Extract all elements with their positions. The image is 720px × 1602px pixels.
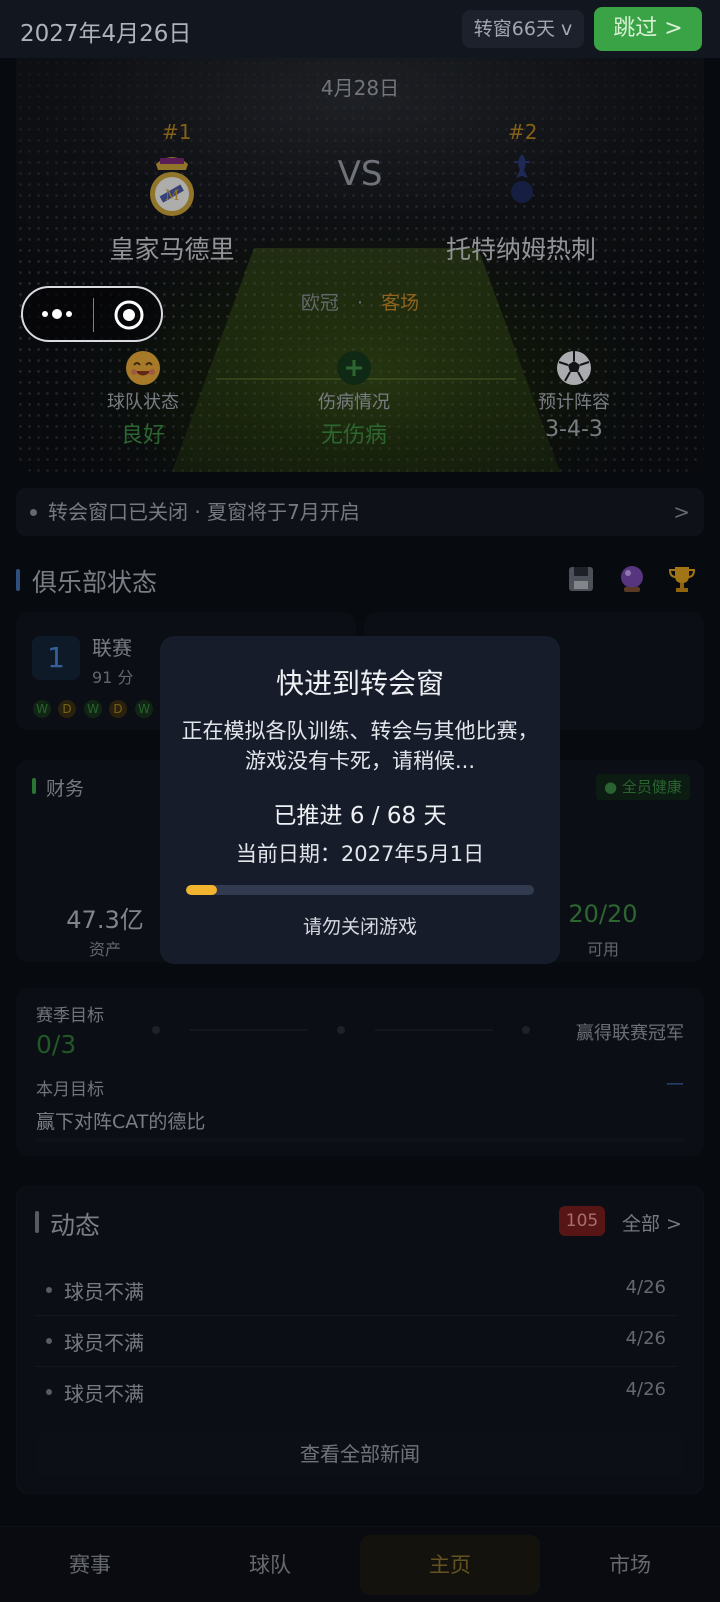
competition-name: 欧冠 — [300, 292, 339, 314]
app-screen: 2027年4月26日 转窗66天 v 跳过 > 4月28日 #1 #2 VS M… — [0, 0, 720, 1602]
club-status-title: 俱乐部状态 — [32, 568, 158, 597]
month-goal-label: 本月目标 — [36, 1080, 104, 1100]
close-target-icon[interactable] — [113, 299, 145, 331]
available-label: 可用 — [586, 940, 619, 959]
transfer-window-pill[interactable]: 转窗66天 v — [462, 10, 584, 48]
form-result: D — [58, 700, 76, 718]
season-goal-value: 0/3 — [36, 1030, 77, 1059]
modal-current-date: 当前日期：2027年5月1日 — [235, 842, 485, 866]
more-dots-icon[interactable] — [39, 306, 75, 322]
injury-value: 无伤病 — [320, 423, 387, 448]
news-bullet — [46, 1338, 52, 1344]
form-result: D — [109, 700, 127, 718]
svg-text:M: M — [165, 188, 179, 204]
trophy-icon[interactable] — [667, 564, 697, 594]
tab-home[interactable]: 主页 — [360, 1527, 540, 1602]
form-result: W — [135, 700, 153, 718]
top-bar: 2027年4月26日 转窗66天 v 跳过 > — [0, 0, 720, 58]
month-goal-progress — [36, 1138, 684, 1142]
tottenham-crest-icon — [511, 154, 533, 203]
health-badge: ● 全员健康 — [596, 774, 690, 800]
home-rank: #1 — [162, 120, 192, 144]
injury-label: 伤病情况 — [318, 392, 390, 413]
team-state-value: 良好 — [120, 423, 165, 448]
league-rank-box: 1 — [32, 636, 80, 680]
capsule-divider — [93, 298, 94, 332]
separator-dot: · — [356, 292, 364, 314]
news-title: 动态 — [50, 1211, 101, 1240]
news-count-badge: 105 — [559, 1206, 605, 1236]
bottom-nav: 赛事 球队 主页 市场 — [0, 1526, 720, 1602]
league-label: 联赛 — [92, 636, 132, 660]
match-date: 4月28日 — [320, 76, 400, 100]
banner-bullet — [30, 509, 37, 516]
available-value: 20/20 — [568, 900, 638, 928]
news-item[interactable]: 球员不满 4/26 — [36, 1368, 676, 1418]
assets-value: 47.3亿 — [66, 906, 144, 934]
banner-text: 转会窗口已关闭 · 夏窗将于7月开启 — [48, 500, 360, 524]
news-item[interactable]: 球员不满 4/26 — [36, 1266, 676, 1316]
lineup-label: 预计阵容 — [538, 392, 610, 413]
lineup-value: 3-4-3 — [545, 417, 603, 442]
news-all-link[interactable]: 全部 > — [622, 1209, 682, 1236]
goal-step-dot — [522, 1026, 530, 1034]
crystal-ball-icon[interactable] — [617, 564, 647, 594]
news-item[interactable]: 球员不满 4/26 — [36, 1317, 676, 1367]
away-rank: #2 — [508, 120, 538, 144]
goal-step-dot — [337, 1026, 345, 1034]
progress-fill — [186, 885, 217, 895]
month-goal-status: — — [666, 1073, 684, 1094]
progress-track — [186, 885, 534, 895]
news-accent-bar — [35, 1211, 39, 1233]
finance-label: 财务 — [46, 778, 85, 800]
goal-step-line — [190, 1029, 308, 1031]
news-item-date: 4/26 — [625, 1328, 666, 1349]
view-all-news-button[interactable]: 查看全部新闻 — [36, 1432, 684, 1476]
form-result: W — [84, 700, 102, 718]
modal-progress-text: 已推进 6 / 68 天 — [273, 803, 447, 829]
news-item-text: 球员不满 — [64, 1280, 144, 1304]
section-accent-bar — [16, 569, 20, 591]
away-team-name: 托特纳姆热刺 — [445, 235, 596, 264]
season-goal-label: 赛季目标 — [36, 1006, 104, 1026]
league-points: 91 分 — [92, 668, 134, 687]
season-goal-text: 赢得联赛冠军 — [576, 1023, 684, 1044]
goal-step-dot — [152, 1026, 160, 1034]
save-icon[interactable] — [566, 564, 596, 594]
modal-subtitle: 正在模拟各队训练、转会与其他比赛，游戏没有卡死，请稍候... — [181, 719, 539, 773]
tab-team[interactable]: 球队 — [180, 1527, 360, 1602]
home-team-name: 皇家马德里 — [109, 235, 235, 264]
current-date: 2027年4月26日 — [20, 21, 192, 47]
news-item-text: 球员不满 — [64, 1382, 144, 1406]
smiley-icon — [126, 351, 160, 385]
tab-matches[interactable]: 赛事 — [0, 1527, 180, 1602]
mini-program-capsule[interactable] — [21, 286, 163, 342]
soccer-ball-icon — [557, 351, 591, 385]
form-result: W — [33, 700, 51, 718]
news-bullet — [46, 1287, 52, 1293]
team-state-label: 球队状态 — [107, 392, 179, 413]
finance-accent-bar — [32, 778, 36, 794]
month-goal-text: 赢下对阵CAT的德比 — [36, 1111, 206, 1133]
transfer-window-banner[interactable]: 转会窗口已关闭 · 夏窗将于7月开启 > — [16, 488, 704, 536]
match-card[interactable]: 4月28日 #1 #2 VS M 皇家马德里 托特纳姆热刺 欧冠 · 客场 球队… — [16, 58, 704, 472]
real-madrid-crest-icon: M — [150, 157, 194, 216]
skip-button[interactable]: 跳过 > — [594, 7, 702, 51]
fast-forward-modal: 快进到转会窗 正在模拟各队训练、转会与其他比赛，游戏没有卡死，请稍候... 已推… — [160, 636, 560, 964]
medical-cross-icon — [337, 351, 371, 385]
news-bullet — [46, 1389, 52, 1395]
tab-market[interactable]: 市场 — [540, 1527, 720, 1602]
news-item-date: 4/26 — [625, 1379, 666, 1400]
chevron-right-icon: > — [673, 500, 690, 524]
assets-label: 资产 — [88, 940, 121, 959]
goal-step-line — [375, 1029, 493, 1031]
venue-label: 客场 — [381, 292, 420, 314]
vs-label: VS — [337, 154, 383, 194]
modal-title: 快进到转会窗 — [275, 667, 444, 700]
modal-warning: 请勿关闭游戏 — [302, 916, 417, 938]
news-item-date: 4/26 — [625, 1277, 666, 1298]
news-item-text: 球员不满 — [64, 1331, 144, 1355]
